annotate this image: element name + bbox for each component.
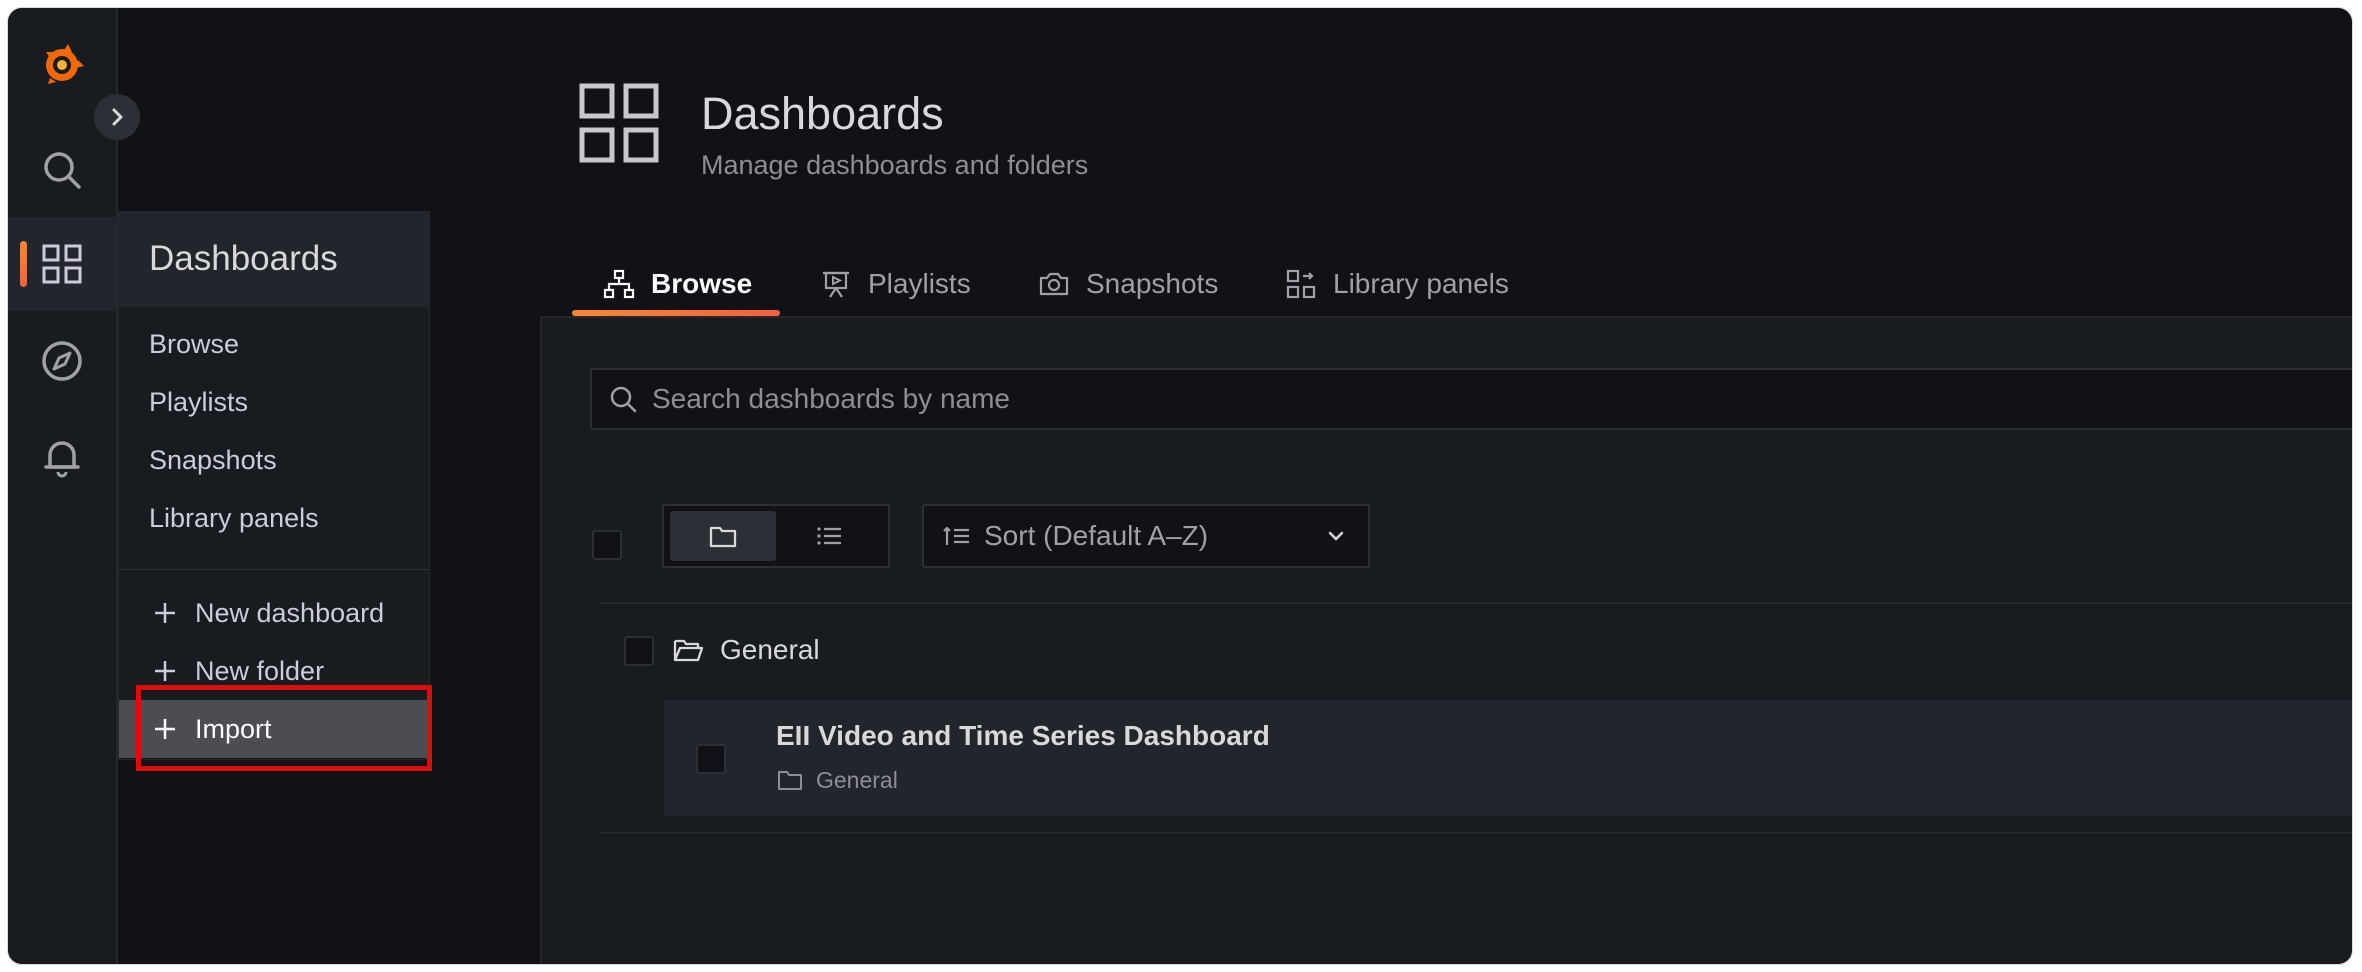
rail-alerting[interactable] — [8, 410, 116, 504]
import-button[interactable]: Import — [119, 700, 429, 758]
folder-view-button[interactable] — [670, 511, 776, 561]
dashboard-folder-name: General — [816, 766, 898, 793]
dashboard-title[interactable]: EII Video and Time Series Dashboard — [776, 720, 1270, 752]
folder-name: General — [720, 634, 820, 665]
dashboards-icon — [42, 244, 82, 284]
search-box[interactable] — [590, 368, 2352, 430]
camera-icon — [1039, 272, 1069, 296]
nav-rail — [8, 8, 118, 964]
new-dashboard-label: New dashboard — [195, 597, 385, 628]
flyout-title[interactable]: Dashboards — [119, 211, 429, 307]
flyout-item-browse[interactable]: Browse — [119, 315, 429, 373]
list-view-button[interactable] — [776, 511, 882, 561]
rail-explore[interactable] — [8, 314, 116, 408]
rail-search[interactable] — [8, 123, 116, 217]
import-label: Import — [195, 713, 272, 744]
tab-snapshots[interactable]: Snapshots — [1038, 252, 1218, 316]
folder-checkbox[interactable] — [624, 636, 654, 666]
tab-playlists[interactable]: Playlists — [820, 252, 971, 316]
plus-icon — [155, 661, 175, 681]
flyout-divider — [119, 569, 429, 570]
plus-icon — [155, 719, 175, 739]
tab-browse-label: Browse — [651, 268, 753, 299]
presentation-icon — [823, 271, 849, 298]
new-folder-button[interactable]: New folder — [119, 642, 429, 700]
chevron-down-icon — [1328, 531, 1344, 541]
tab-browse[interactable]: Browse — [603, 252, 752, 316]
dashboard-row[interactable]: EII Video and Time Series Dashboard Gene… — [664, 700, 2352, 816]
folder-row[interactable]: General — [600, 604, 2352, 700]
library-panel-icon — [1286, 269, 1316, 299]
tab-snapshots-label: Snapshots — [1086, 268, 1219, 299]
flyout-item-snapshots[interactable]: Snapshots — [119, 431, 429, 489]
flyout-item-library-panels[interactable]: Library panels — [119, 489, 429, 547]
sort-select[interactable]: Sort (Default A–Z) — [922, 504, 1370, 568]
tab-playlists-label: Playlists — [868, 268, 971, 299]
page-subtitle: Manage dashboards and folders — [701, 150, 1089, 180]
plus-icon — [155, 603, 175, 623]
tab-library-panels-label: Library panels — [1333, 268, 1509, 299]
folder-icon — [778, 771, 802, 790]
tab-library-panels[interactable]: Library panels — [1285, 252, 1509, 316]
sort-label: Sort (Default A–Z) — [984, 520, 1209, 551]
search-input[interactable] — [650, 382, 2154, 416]
chevron-right-icon — [112, 108, 123, 126]
sitemap-icon — [603, 269, 635, 299]
select-all-checkbox[interactable] — [592, 530, 622, 560]
dashboard-checkbox[interactable] — [696, 744, 726, 774]
flyout-item-playlists[interactable]: Playlists — [119, 373, 429, 431]
folder-open-icon — [673, 639, 704, 662]
folder-icon — [709, 526, 737, 548]
grafana-logo[interactable] — [38, 38, 86, 88]
sort-icon — [943, 526, 969, 545]
dashboard-folder-tag: General — [776, 766, 898, 794]
view-mode-toggle — [662, 504, 890, 568]
dashboards-page-icon — [579, 83, 659, 163]
page-title: Dashboards — [701, 88, 944, 139]
folder-section: General EII Video and Time Series Dashbo… — [600, 602, 2352, 834]
explore-icon — [42, 341, 82, 381]
app-window: Dashboards Browse Playlists Snapshots Li… — [8, 8, 2352, 964]
new-dashboard-button[interactable]: New dashboard — [119, 584, 429, 642]
expand-menu-button[interactable] — [94, 94, 140, 140]
alerting-icon — [44, 441, 80, 478]
rail-dashboards[interactable] — [8, 217, 116, 311]
search-icon — [44, 152, 81, 189]
search-icon — [610, 386, 637, 413]
new-folder-label: New folder — [195, 655, 325, 686]
dashboards-flyout-menu: Dashboards Browse Playlists Snapshots Li… — [118, 211, 430, 760]
list-icon — [817, 527, 841, 545]
